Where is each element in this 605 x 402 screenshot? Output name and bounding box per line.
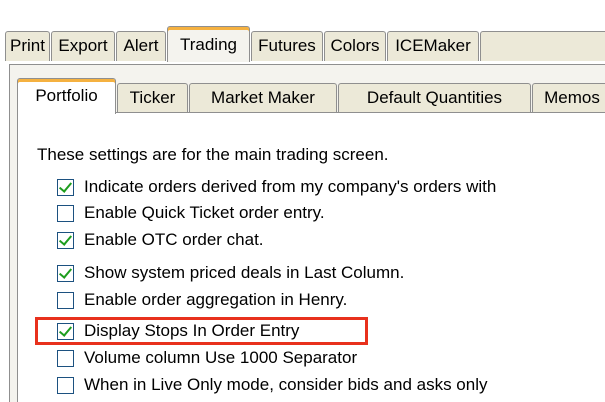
checkbox[interactable] [57, 376, 74, 394]
tab-futures[interactable]: Futures [251, 31, 323, 61]
outer-tab-bar: Print Export Alert Trading Futures Color… [3, 26, 605, 64]
tab-colors[interactable]: Colors [324, 31, 386, 61]
option-volume-separator[interactable]: Volume column Use 1000 Separator [57, 347, 605, 369]
intro-text: These settings are for the main trading … [37, 145, 389, 164]
top-strip [0, 0, 605, 28]
tab-trading[interactable]: Trading [167, 26, 250, 62]
tab-default-quantities[interactable]: Default Quantities [338, 83, 531, 112]
option-indicate-derived-orders[interactable]: Indicate orders derived from my company'… [57, 176, 605, 198]
inner-tab-bar: Portfolio Ticker Market Maker Default Qu… [17, 74, 605, 114]
option-live-only-mode[interactable]: When in Live Only mode, consider bids an… [57, 374, 605, 396]
option-display-stops[interactable]: Display Stops In Order Entry [57, 320, 605, 342]
option-label: Enable order aggregation in Henry. [84, 290, 348, 309]
tab-market-maker[interactable]: Market Maker [189, 83, 337, 112]
tab-alert[interactable]: Alert [116, 31, 166, 61]
checkbox[interactable] [57, 322, 74, 340]
option-label: Enable OTC order chat. [84, 230, 264, 249]
checkbox[interactable] [57, 264, 74, 282]
tab-overflow[interactable] [480, 31, 605, 61]
tab-memos[interactable]: Memos [532, 83, 605, 112]
checkbox[interactable] [57, 178, 74, 196]
option-label: Enable Quick Ticket order entry. [84, 203, 325, 222]
option-label: Indicate orders derived from my company'… [84, 177, 497, 196]
tab-ticker[interactable]: Ticker [117, 83, 188, 112]
option-label: Show system priced deals in Last Column. [84, 263, 405, 282]
checkbox[interactable] [57, 291, 74, 309]
tab-icemaker[interactable]: ICEMaker [387, 31, 479, 61]
tab-export[interactable]: Export [51, 31, 115, 61]
option-label: When in Live Only mode, consider bids an… [84, 375, 488, 394]
option-quick-ticket[interactable]: Enable Quick Ticket order entry. [57, 202, 605, 224]
checkbox[interactable] [57, 349, 74, 367]
option-system-priced-deals[interactable]: Show system priced deals in Last Column. [57, 262, 605, 284]
option-label: Display Stops In Order Entry [84, 321, 300, 340]
option-order-aggregation[interactable]: Enable order aggregation in Henry. [57, 289, 605, 311]
option-otc-chat[interactable]: Enable OTC order chat. [57, 229, 605, 251]
option-label: Volume column Use 1000 Separator [84, 348, 358, 367]
checkbox[interactable] [57, 231, 74, 249]
tab-portfolio[interactable]: Portfolio [17, 78, 116, 114]
checkbox[interactable] [57, 204, 74, 222]
tab-print[interactable]: Print [5, 31, 50, 61]
